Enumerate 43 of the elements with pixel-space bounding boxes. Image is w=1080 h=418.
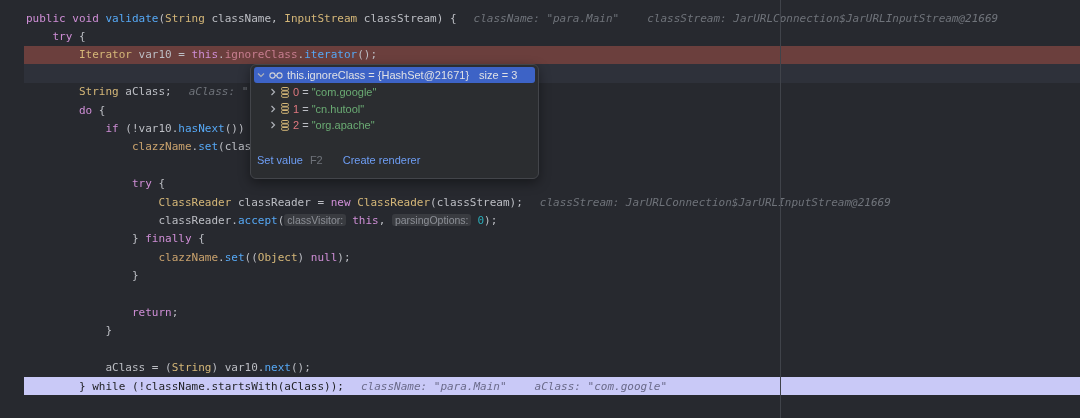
code-line: if (!var10.hasNext()): [105, 122, 245, 136]
code-line: do {: [79, 103, 106, 117]
code-line: clazzName.set(clas: [132, 140, 252, 154]
node-label: this.ignoreClass = {HashSet@21671}: [287, 69, 470, 81]
code-line: return;: [132, 305, 179, 319]
action-link[interactable]: Set value F2: [257, 154, 323, 166]
size-label: size = 3: [479, 69, 518, 81]
code-line: aClass = (String) var10.next();: [105, 361, 311, 375]
code-line: classReader.accept( classVisitor: this, parsingOptions: 0);: [158, 214, 498, 227]
action-link[interactable]: Create renderer: [342, 154, 421, 166]
chevron-right-icon[interactable]: [269, 104, 277, 113]
code-line: } while (!className.startsWith(aClass));: [79, 379, 344, 393]
tree-node[interactable]: 0 = "com.google": [251, 84, 538, 101]
tree-node[interactable]: 2 = "org.apache": [251, 117, 538, 134]
chevron-right-icon[interactable]: [269, 121, 277, 130]
code-line: public void validate(String className, InputStream classStream) {: [26, 11, 457, 25]
node-label: 0 = "com.google": [293, 86, 377, 99]
inline-value-hint: aClass: "com.google": [534, 379, 668, 393]
node-label: 2 = "org.apache": [293, 119, 375, 132]
tree-node[interactable]: 1 = "cn.hutool": [251, 100, 538, 117]
chevron-right-icon[interactable]: [269, 88, 277, 97]
inline-value-hint: className: "para.Main": [360, 379, 507, 393]
tree-node[interactable]: this.ignoreClass = {HashSet@21671} size = 3: [254, 67, 535, 83]
inline-value-hint: className: "para.Main": [473, 11, 620, 25]
code-line: String aClass;: [79, 85, 172, 99]
stack-icon: [281, 119, 289, 131]
code-line: Iterator var10 = this.ignoreClass.iterator();: [79, 48, 378, 62]
code-line: } finally {: [132, 232, 205, 246]
stack-icon: [281, 103, 289, 115]
parameter-hint: classVisitor:: [284, 214, 347, 226]
parameter-hint: parsingOptions:: [391, 214, 472, 226]
inline-value-hint: aClass: ": [188, 85, 249, 99]
code-line: ClassReader classReader = new ClassReader(classStream);: [158, 195, 523, 209]
stack-icon: [281, 86, 289, 98]
code-line: clazzName.set((Object) null);: [158, 250, 351, 264]
code-line: }: [132, 269, 139, 283]
glasses-icon: [269, 71, 283, 79]
code-line: try {: [52, 30, 86, 44]
code-line: }: [105, 324, 113, 338]
node-label: 1 = "cn.hutool": [293, 102, 365, 115]
inline-value-hint: classStream: JarURLConnection$JarURLInputStream@21669: [647, 11, 999, 25]
code-line: try {: [132, 177, 166, 191]
inline-value-hint: classStream: JarURLConnection$JarURLInputStream@21669: [539, 195, 891, 209]
